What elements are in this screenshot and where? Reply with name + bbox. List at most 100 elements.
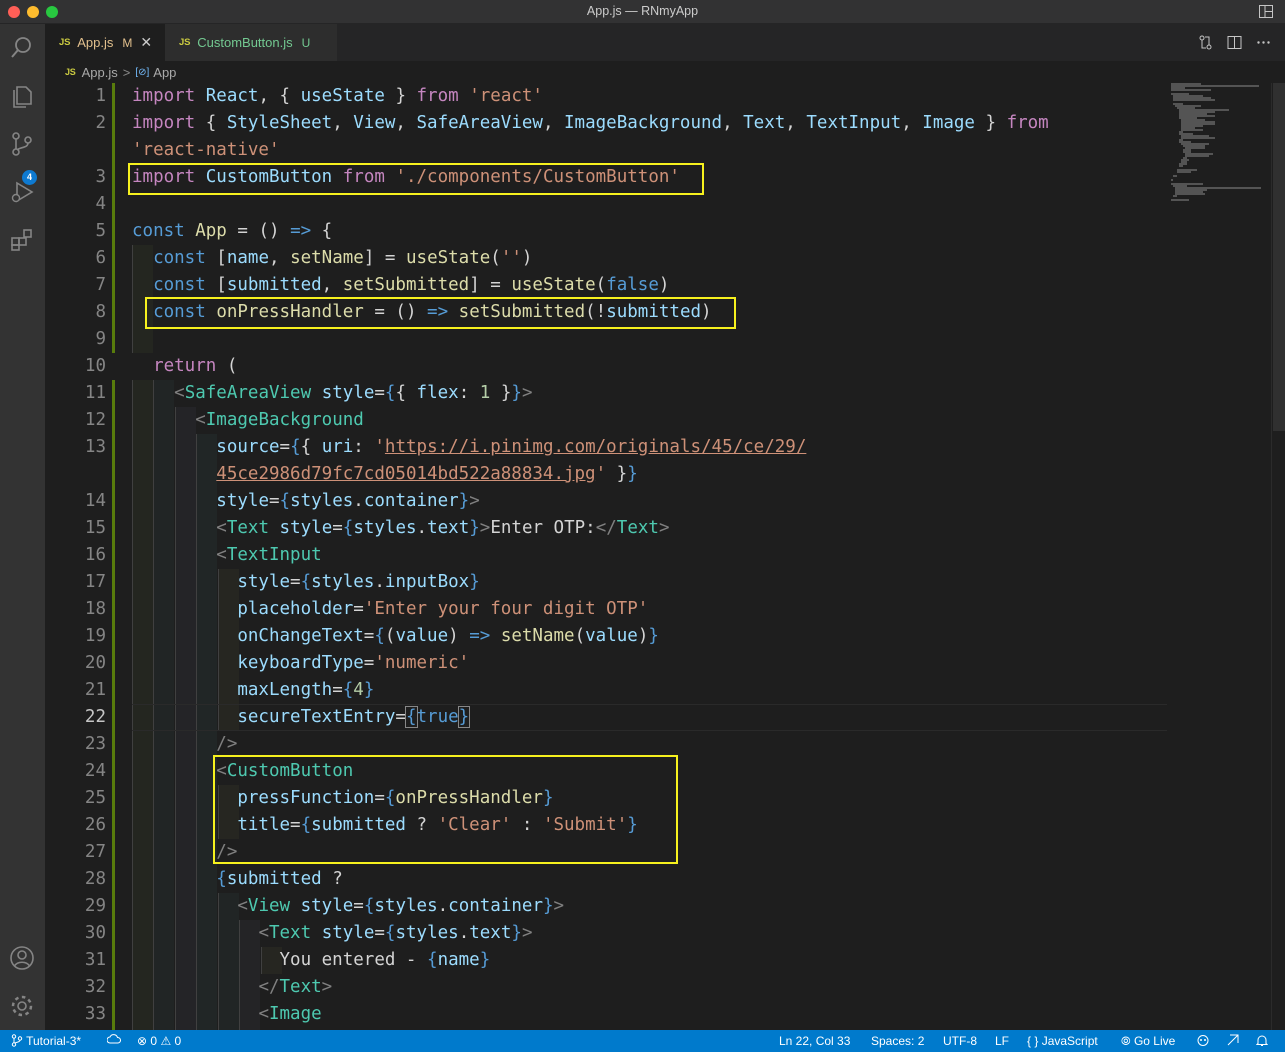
split-editor-icon[interactable] (1227, 35, 1242, 50)
cursor-position[interactable]: Ln 22, Col 33 (779, 1034, 850, 1048)
line-number: 23 (84, 734, 106, 754)
braces-icon: { } (1027, 1034, 1039, 1048)
code-line: <View style={styles.container}> (237, 896, 565, 916)
code-line: style={styles.inputBox} (237, 572, 480, 592)
layout-icon[interactable] (1259, 5, 1273, 18)
title-bar: App.js — RNmyApp (0, 0, 1285, 24)
git-added-marker (112, 83, 115, 353)
line-number: 2 (95, 113, 106, 133)
live-share-icon[interactable] (1196, 1034, 1210, 1050)
line-number: 16 (84, 545, 106, 565)
line-number: 3 (95, 167, 106, 187)
activity-bar: 4 (0, 24, 45, 1030)
window-title: App.js — RNmyApp (586, 4, 699, 18)
notifications-bell-icon[interactable] (1255, 1034, 1269, 1050)
line-number: 6 (95, 248, 106, 268)
highlight-box-import (128, 163, 704, 195)
go-live-button[interactable]: ⦾ Go Live (1121, 1034, 1175, 1049)
eol-setting[interactable]: LF (995, 1034, 1009, 1048)
warning-icon: ⚠ (160, 1034, 172, 1048)
line-number: 33 (84, 1004, 106, 1024)
line-number: 21 (84, 680, 106, 700)
encoding-setting[interactable]: UTF-8 (943, 1034, 977, 1048)
tab-custombutton-js[interactable]: JS CustomButton.js U (165, 24, 337, 61)
highlight-box-custombutton (213, 755, 678, 864)
line-number: 11 (84, 383, 106, 403)
search-icon[interactable] (8, 34, 36, 62)
line-number: 25 (84, 788, 106, 808)
code-editor[interactable]: 1 2 3 4 5 6 7 8 9 10 11 12 13 14 15 16 17 18 19 20 21 22 23 24 2… (45, 83, 1285, 1030)
explorer-icon[interactable] (8, 82, 36, 110)
extensions-icon[interactable] (8, 226, 36, 254)
line-number: 8 (95, 302, 106, 322)
line-number: 15 (84, 518, 106, 538)
language-label: JavaScript (1041, 1034, 1098, 1048)
git-added-marker (112, 380, 115, 1030)
minimap[interactable] (1167, 83, 1271, 1030)
language-mode[interactable]: { } JavaScript (1027, 1034, 1098, 1048)
sync-icon[interactable] (106, 1034, 121, 1049)
line-number: 24 (84, 761, 106, 781)
code-line: const App = () => { (132, 221, 333, 241)
code-line: 45ce2986d79fc7cd05014bd522a88834.jpg' }} (216, 464, 638, 484)
editor-actions (1198, 35, 1271, 50)
code-line: placeholder='Enter your four digit OTP' (237, 599, 649, 619)
code-line: secureTextEntry={true} (237, 706, 471, 728)
compare-changes-icon[interactable] (1198, 35, 1213, 50)
line-number: 19 (84, 626, 106, 646)
tab-app-js[interactable]: JS App.js M ✕ (45, 24, 165, 61)
broadcast-icon: ⦾ (1121, 1034, 1131, 1048)
scrollbar-thumb[interactable] (1273, 83, 1285, 431)
warning-count: 0 (174, 1034, 182, 1048)
line-number: 9 (95, 329, 106, 349)
code-line: import React, { useState } from 'react' (132, 86, 543, 106)
account-icon[interactable] (8, 944, 36, 972)
settings-gear-icon[interactable] (8, 992, 36, 1020)
close-icon[interactable]: ✕ (140, 34, 152, 51)
line-number: 32 (84, 977, 106, 997)
tab-bar: JS App.js M ✕ JS CustomButton.js U (45, 24, 1285, 61)
go-live-label: Go Live (1133, 1034, 1176, 1048)
line-number: 12 (84, 410, 106, 430)
code-line: {submitted ? (216, 869, 343, 889)
line-number: 7 (95, 275, 106, 295)
status-bar: Tutorial-3* ⊗ 0 ⚠ 0 Ln 22, Col 33 Spaces… (0, 1030, 1285, 1052)
code-line: onChangeText={(value) => setName(value)} (237, 626, 659, 646)
problems-indicator[interactable]: ⊗ 0 ⚠ 0 (137, 1034, 181, 1048)
line-number: 4 (95, 194, 106, 214)
breadcrumb: JS App.js > [⊘] App (45, 61, 1285, 83)
tab-label: App.js (77, 35, 114, 50)
code-line: source={{ uri: 'https://i.pinimg.com/ori… (216, 437, 807, 457)
line-number: 18 (84, 599, 106, 619)
line-number: 17 (84, 572, 106, 592)
breadcrumb-symbol[interactable]: App (153, 65, 176, 80)
symbol-variable-icon: [⊘] (135, 66, 150, 78)
code-line: const [submitted, setSubmitted] = useSta… (153, 275, 670, 295)
indentation-setting[interactable]: Spaces: 2 (871, 1034, 924, 1048)
tab-label: CustomButton.js (197, 35, 293, 50)
code-line: <ImageBackground (195, 410, 364, 430)
line-number: 10 (84, 356, 106, 376)
line-number: 28 (84, 869, 106, 889)
more-actions-icon[interactable] (1256, 35, 1271, 50)
git-branch-icon (11, 1034, 23, 1047)
code-line: const [name, setName] = useState('') (153, 248, 533, 268)
error-count: 0 (150, 1034, 158, 1048)
vertical-scrollbar[interactable] (1271, 83, 1285, 1030)
tab-modified-status: M (122, 35, 133, 50)
line-number: 13 (84, 437, 106, 457)
code-line: <Text style={styles.text}> (258, 923, 533, 943)
code-line: style={styles.container}> (216, 491, 480, 511)
branch-name: Tutorial-3* (26, 1034, 82, 1048)
source-control-icon[interactable] (8, 130, 36, 158)
branch-indicator[interactable]: Tutorial-3* (11, 1034, 81, 1048)
code-line: return ( (153, 356, 238, 376)
run-debug-icon[interactable] (8, 178, 36, 206)
feedback-icon[interactable] (1226, 1034, 1240, 1050)
line-number: 27 (84, 842, 106, 862)
breadcrumb-file[interactable]: App.js (82, 65, 118, 80)
code-line: 'react-native' (132, 140, 280, 160)
code-line: <TextInput (216, 545, 322, 565)
line-number: 1 (95, 86, 106, 106)
code-line: </Text> (258, 977, 333, 997)
